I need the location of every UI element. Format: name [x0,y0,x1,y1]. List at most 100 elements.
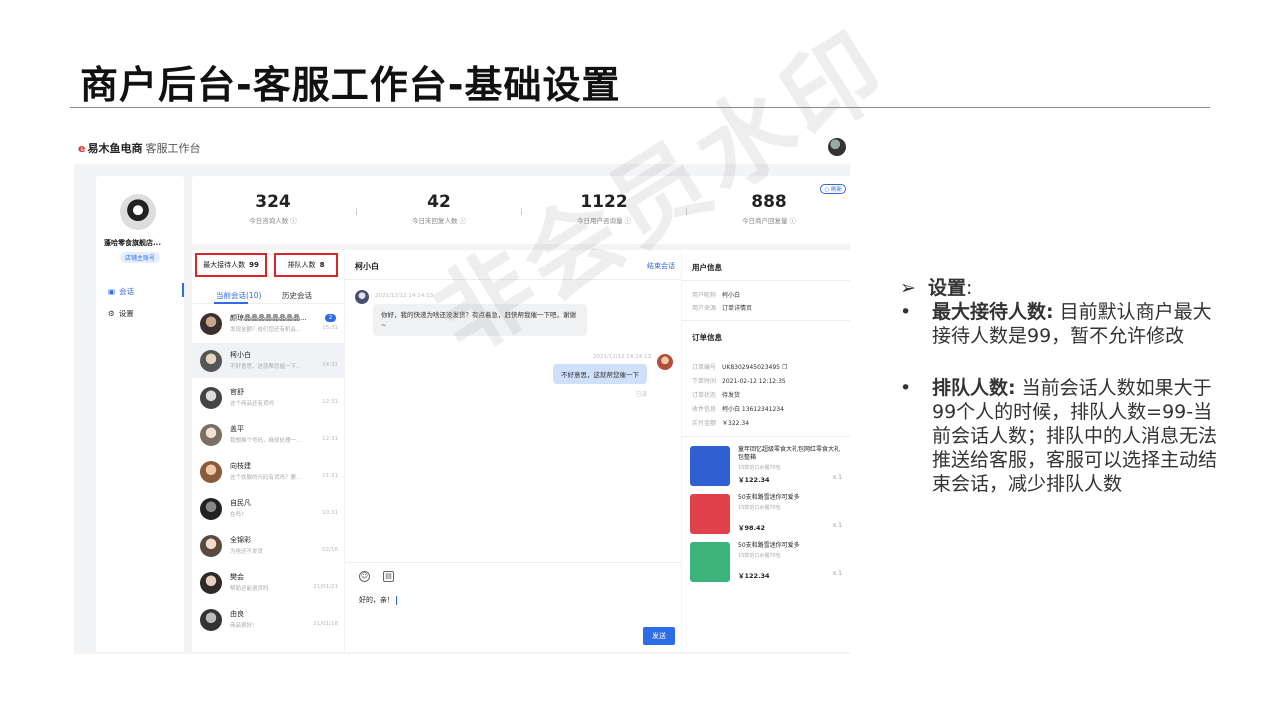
conversation-name: 向枝建 [230,462,251,470]
product-card[interactable]: 童年回忆超级零食大礼包网红零食大礼包整箱 15款进口水桶70包 ￥122.34 … [690,446,850,490]
conversation-preview: 在吗? [230,512,244,518]
list-item[interactable]: 由良 商品很好! 21/01/18 [192,602,344,637]
product-price: ￥122.34 [738,572,770,580]
info-row: 收件信息 柯小白 13612341234 [692,404,784,413]
info-value: 待发货 [722,392,741,399]
unread-badge: 2 [325,314,336,322]
conversation-tabs: 当前会话(10) 历史会话 [192,284,344,304]
avatar [200,572,222,594]
conversation-name: 樊会 [230,573,244,581]
top-bar: e 易木鱼电商 客服工作台 [74,132,850,164]
bullet-icon: • [900,301,912,323]
product-image [690,542,730,582]
shop-badge: 店铺主账号 [120,252,161,263]
notes-heading: ➢ 设置: [900,276,972,300]
stat-divider [686,208,687,215]
list-item[interactable]: 盖平 我想换个号码，麻烦处理一... 12:31 [192,417,344,452]
counter-label: 排队人数 [287,261,316,269]
chat-icon: ▣ [108,287,116,296]
product-quantity: x 1 [832,474,842,481]
conversation-preview: 我想换个号码，麻烦处理一... [230,438,302,444]
send-button[interactable]: 发送 [643,627,675,645]
avatar [200,424,222,446]
sidebar-item-chat[interactable]: ▣ 会话 [108,286,134,297]
product-price: ￥98.42 [738,524,766,532]
screenshot-frame: e 易木鱼电商 客服工作台 蓬哈零食旗舰店... 店铺主账号 ▣ 会话 ⚙ 设置 3… [74,132,850,654]
list-item[interactable]: 自民凡 在吗? 10:31 [192,491,344,526]
conversation-name: 盖平 [230,425,244,433]
app-logo[interactable]: e 易木鱼电商 客服工作台 [78,140,200,156]
info-value: 柯小白 13612341234 [722,406,784,413]
info-row: 订单状态 待发货 [692,390,740,399]
chat-title: 柯小白 [355,262,379,271]
conversation-name: 官舒 [230,388,244,396]
list-item[interactable]: 向枝建 这个衣服的尺码有货吗？要... 11:31 [192,454,344,489]
end-chat-button[interactable]: 结束会话 [647,261,675,271]
message-input-text: 好的，亲！ [359,596,394,604]
message-input[interactable]: 好的，亲！ [359,595,397,605]
info-value: UK8302945023495 ❐ [722,364,788,371]
conversation-time: 21/01/21 [313,584,338,590]
conversation-preview: 不好意思，这就帮您催一下... [230,364,302,370]
info-key: 订单编号 [692,364,717,371]
tab-current[interactable]: 当前会话(10) [216,290,261,301]
arrow-bullet-icon: ➢ [900,277,916,299]
stat-label: 今日商户回复量 ⓘ [741,217,797,225]
refresh-button[interactable]: ○ 刷新 [820,184,846,194]
brand-mark-icon: e [78,142,86,155]
list-item[interactable]: 官舒 这个商品还有货吗 12:31 [192,380,344,415]
conversation-time: 02/16 [322,547,338,553]
avatar [657,354,673,370]
product-card[interactable]: 50支和路雪迷你可爱多 15款进口水桶70包 ￥98.42 x 1 [690,494,850,538]
conversation-time: 21/01/18 [313,621,338,627]
stat-divider [356,208,357,215]
product-image [690,494,730,534]
conversation-time: 12:31 [322,399,338,405]
shop-name: 蓬哈零食旗舰店... [104,239,161,247]
sidebar-item-label: 设置 [118,309,134,318]
stats-panel: 324 今日咨询人数 ⓘ 42 今日未回复人数 ⓘ 1122 今日用户咨询量 ⓘ… [192,176,850,244]
conversation-time: 12:31 [322,436,338,442]
avatar [200,461,222,483]
product-card[interactable]: 50支和路雪迷你可爱多 15款进口水桶70包 ￥122.34 x 1 [690,542,850,586]
info-value: 订单详情页 [722,305,753,312]
order-info-heading: 订单信息 [692,333,722,342]
text-caret [396,595,397,605]
conversation-name: 自民凡 [230,499,251,507]
product-image [690,446,730,486]
stat-value: 888 [751,192,787,212]
conversation-name: 由良 [230,610,244,618]
avatar [200,609,222,631]
info-key: 用户来源 [692,305,717,312]
tab-history[interactable]: 历史会话 [282,290,312,301]
note-item: 最大接待人数: 目前默认商户最大接待人数是99，暂不允许修改 [932,300,1222,348]
app-subtitle: 客服工作台 [145,142,201,155]
info-value: 2021-02-12 12:12:35 [722,378,786,385]
info-key: 用户昵称 [692,292,717,299]
conversation-name: 全锦彩 [230,536,251,544]
emoji-icon[interactable]: ☺ [359,571,370,582]
message-input-area[interactable]: ☺ ▤ 好的，亲！ 发送 [345,562,681,652]
list-item[interactable]: 全锦彩 为啥还不发货 02/16 [192,528,344,563]
info-row: 实付金额 ￥322.34 [692,418,749,427]
conversation-preview: 为啥还不发货 [230,549,264,555]
user-avatar[interactable] [828,138,846,156]
divider [682,436,850,437]
conversation-time: 10:31 [322,510,338,516]
stat-label: 今日咨询人数 ⓘ [249,217,297,225]
divider [682,320,850,321]
notes-heading-colon: : [966,277,973,299]
list-item[interactable]: 樊会 帮助还能退货吗 21/01/21 [192,565,344,600]
note-term: 排队人数: [932,377,1016,399]
shop-avatar [120,194,156,230]
image-icon[interactable]: ▤ [383,571,394,582]
info-panel: 用户信息 用户昵称 柯小白 用户来源 订单详情页 订单信息 订单编号 UK830294… [682,250,850,652]
sidebar-item-settings[interactable]: ⚙ 设置 [108,308,134,319]
list-item[interactable]: 颜琼晶晶晶晶晶晶晶晶... 发现金额？给们您还有机会... 15:31 2 [192,306,344,341]
bullet-icon: • [900,377,912,399]
info-value: ￥322.34 [722,420,750,427]
avatar [200,387,222,409]
sidebar-item-label: 会话 [119,287,135,296]
list-item[interactable]: 柯小白 不好意思，这就帮您催一下... 14:31 [192,343,344,378]
product-name: 50支和路雪迷你可爱多 [738,494,800,501]
